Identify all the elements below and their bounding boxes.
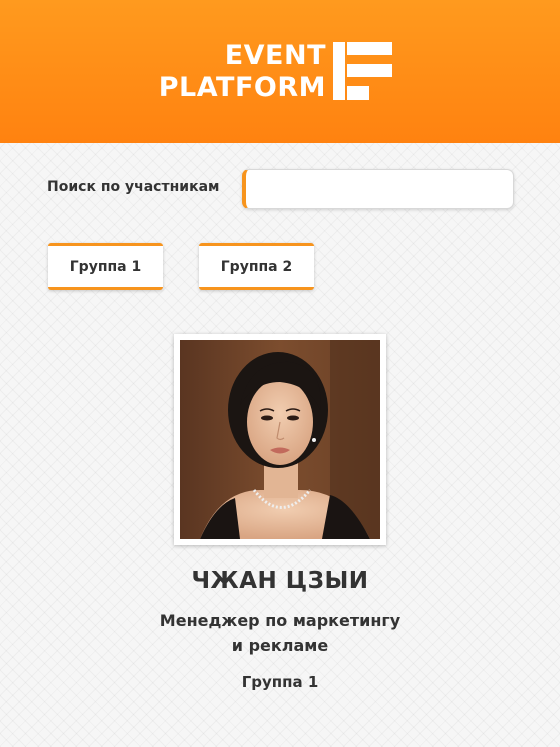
participant-photo-frame[interactable] (174, 334, 386, 545)
group-2-button[interactable]: Группа 2 (199, 243, 314, 290)
participant-group: Группа 1 (241, 673, 319, 691)
logo-line-event: EVENT (224, 40, 326, 71)
search-label: Поиск по участникам (47, 179, 220, 195)
logo-mark-icon (333, 42, 392, 100)
participant-role-line2: и рекламе (231, 636, 329, 655)
search-input[interactable] (242, 169, 514, 209)
group-1-button[interactable]: Группа 1 (48, 243, 163, 290)
participant-role: Менеджер по маркетингу и рекламе (0, 608, 560, 658)
participant-name: ЧЖАН ЦЗЫИ (191, 568, 369, 594)
participant-role-line1: Менеджер по маркетингу (159, 611, 401, 630)
logo-text: EVENT PLATFORM (159, 40, 326, 104)
logo-line-platform: PLATFORM (158, 72, 326, 103)
header: EVENT PLATFORM (0, 0, 560, 143)
participant-photo (180, 340, 380, 539)
